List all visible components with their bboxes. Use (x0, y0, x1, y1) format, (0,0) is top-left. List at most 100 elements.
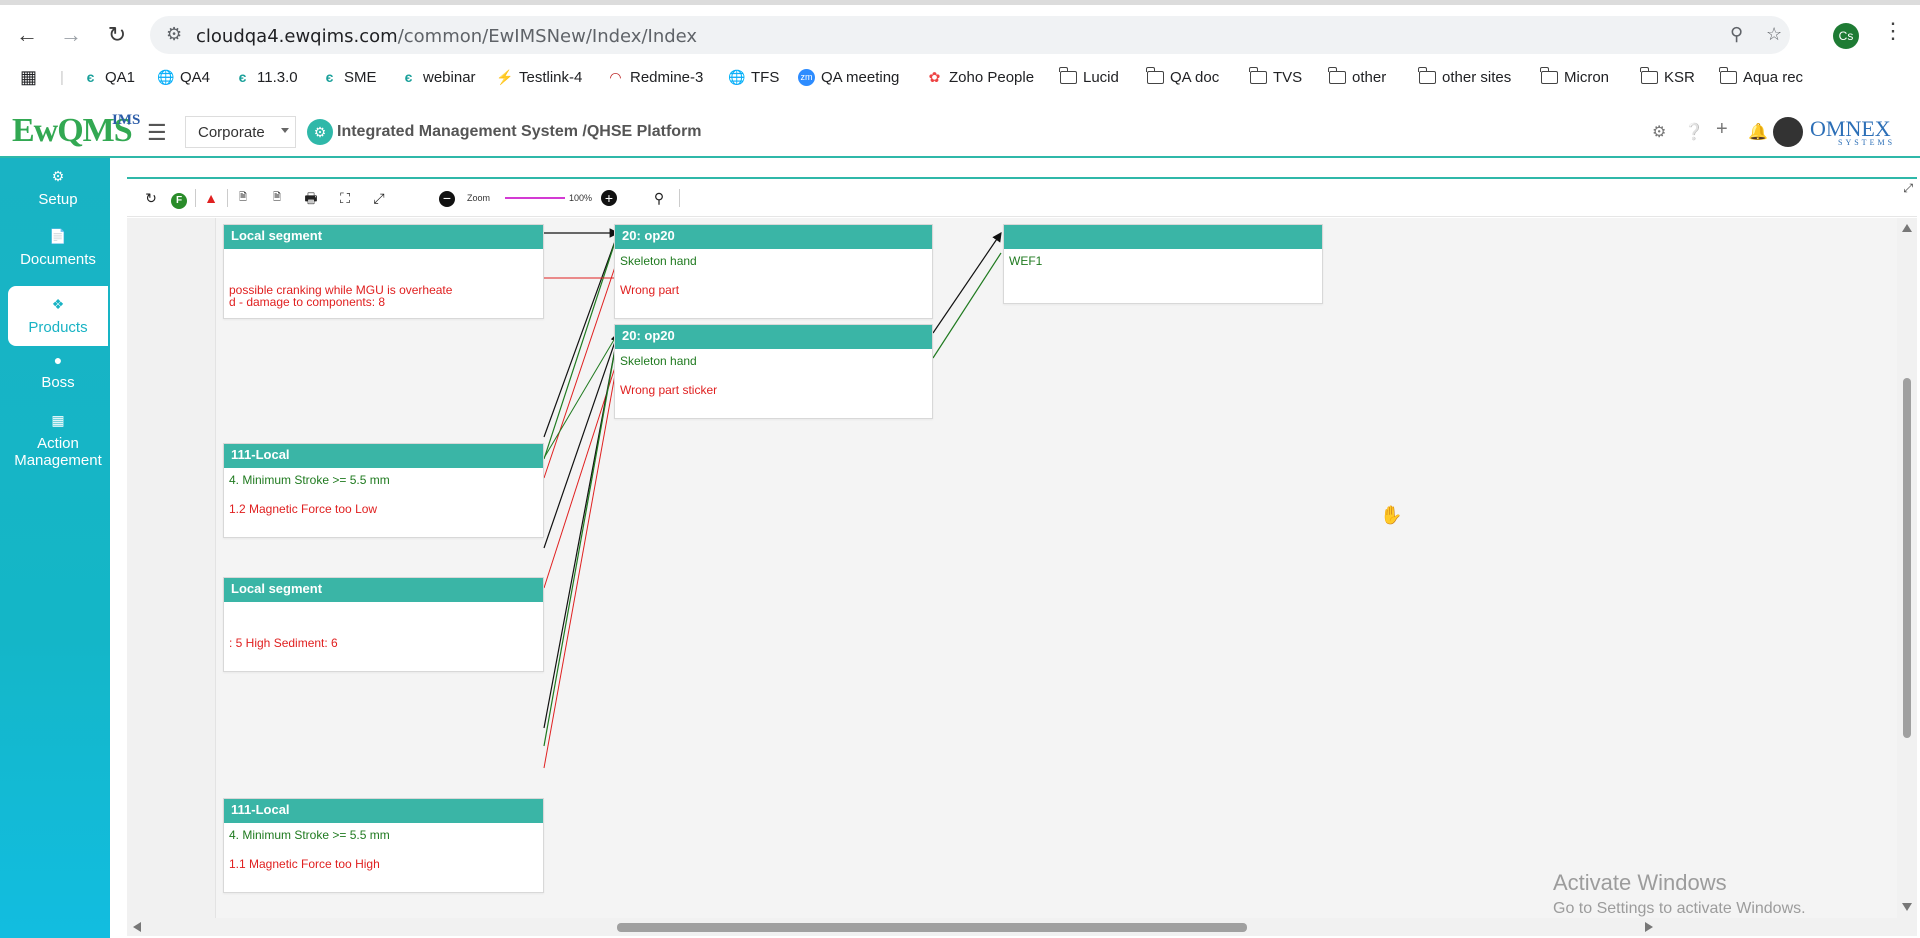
node-line: d - damage to components: 8 (229, 295, 386, 309)
diagram-toolbar: ↻ F ▲ 🗎 🗎 🖶 ⛶ ⤢ − Zoom 100% + ⚲ ⤢ (127, 179, 1917, 217)
diagram-node[interactable]: WEF1 (1003, 224, 1323, 304)
apps-grid-icon[interactable]: ▦ (20, 68, 37, 86)
search-zoom-icon[interactable]: ⚲ (649, 188, 669, 208)
node-title: 111-Local (224, 444, 543, 468)
back-icon[interactable]: ← (12, 20, 42, 50)
browser-menu-icon[interactable]: ⋮ (1882, 18, 1904, 44)
svg-export-icon[interactable]: 🗎 (233, 188, 253, 208)
bookmark-qa-meeting[interactable]: zm QA meeting (798, 69, 899, 86)
bookmark-star-icon[interactable]: ☆ (1766, 24, 1782, 45)
app-logo[interactable]: EwQMS IMS (12, 112, 140, 150)
diagram-node[interactable]: Local segment possible cranking while MG… (223, 224, 544, 319)
address-row: ← → ↻ ⚙ cloudqa4.ewqims.com/common/EwIMS… (0, 14, 1920, 54)
node-title: Local segment (224, 578, 543, 602)
link-line (543, 232, 619, 460)
bookmark-other-sites[interactable]: other sites (1418, 67, 1511, 86)
scroll-left-icon[interactable] (133, 922, 141, 932)
help-icon[interactable]: ❔ (1684, 122, 1704, 142)
refresh-icon[interactable]: ↻ (141, 188, 161, 208)
collapse-icon[interactable]: ⤢ (1903, 181, 1913, 196)
folder-icon (1418, 67, 1436, 84)
sidebar-item-boss[interactable]: ● Boss (8, 352, 108, 404)
add-icon[interactable]: + (1716, 118, 1728, 141)
scroll-down-icon[interactable] (1902, 903, 1912, 911)
filter-f-icon[interactable]: F (169, 188, 189, 209)
node-line: 1.1 Magnetic Force too High (229, 857, 380, 871)
bookmark-qa1[interactable]: є QA1 (82, 69, 135, 86)
horizontal-scrollbar[interactable] (127, 918, 1917, 936)
bookmark-webinar[interactable]: є webinar (400, 69, 476, 86)
bookmark-qa4[interactable]: 🌐 QA4 (157, 69, 210, 86)
bookmark-lucid[interactable]: Lucid (1059, 67, 1119, 86)
node-line: Wrong part sticker (620, 383, 718, 397)
bookmark-sme[interactable]: є SME (321, 69, 377, 86)
bookmark-testlink-4[interactable]: ⚡ Testlink-4 (496, 69, 582, 86)
bell-icon[interactable]: 🔔 (1748, 122, 1768, 142)
node-line: 4. Minimum Stroke >= 5.5 mm (229, 828, 390, 842)
testlink-icon: ⚡ (496, 69, 514, 85)
png-export-icon[interactable]: 🗎 (267, 188, 287, 208)
bookmark-other[interactable]: other (1328, 67, 1386, 86)
scroll-up-icon[interactable] (1902, 224, 1912, 232)
horizontal-scroll-thumb[interactable] (617, 923, 1247, 932)
fullscreen-icon[interactable]: ⛶ (335, 188, 355, 208)
zoom-lens-icon[interactable]: ⚲ (1730, 24, 1743, 45)
diagram-node[interactable]: 20: op20 Skeleton hand Wrong part (614, 224, 933, 319)
redmine-icon: ◠ (609, 69, 622, 85)
scroll-right-icon[interactable] (1645, 922, 1653, 932)
diagram-node[interactable]: Local segment : 5 High Sediment: 6 (223, 577, 544, 672)
toolbar-divider (679, 189, 680, 207)
profile-avatar[interactable]: Cs (1833, 23, 1859, 49)
diagram-node[interactable]: 111-Local 4. Minimum Stroke >= 5.5 mm 1.… (223, 798, 544, 893)
folder-icon (1328, 67, 1346, 84)
fit-expand-icon[interactable]: ⤢ (369, 188, 389, 208)
diagram-node[interactable]: 111-Local 4. Minimum Stroke >= 5.5 mm 1.… (223, 443, 544, 538)
sidebar-item-action-management[interactable]: ▦ Action Management (8, 412, 108, 478)
diagram-canvas[interactable]: Local segment possible cranking while MG… (127, 218, 1897, 918)
bookmark-aqua-rec[interactable]: Aqua rec (1719, 67, 1803, 86)
link-line (543, 331, 620, 549)
sidebar-item-products[interactable]: ❖ Products (8, 286, 108, 346)
bookmark-zoho-people[interactable]: ✿ Zoho People (926, 69, 1034, 86)
url-text[interactable]: cloudqa4.ewqims.com/common/EwIMSNew/Inde… (196, 26, 697, 47)
browser-chrome: ← → ↻ ⚙ cloudqa4.ewqims.com/common/EwIMS… (0, 0, 1920, 106)
sidebar-item-label: Action Management (14, 435, 102, 469)
zoom-slider[interactable] (505, 197, 565, 199)
company-select[interactable]: Corporate (185, 116, 296, 148)
forward-icon[interactable]: → (56, 20, 86, 50)
bookmark-ksr[interactable]: KSR (1640, 67, 1695, 86)
address-bar[interactable]: ⚙ cloudqa4.ewqims.com/common/EwIMSNew/In… (150, 16, 1790, 54)
node-line: : 5 High Sediment: 6 (229, 636, 338, 650)
documents-icon: 📄 (49, 228, 67, 244)
bookmark-micron[interactable]: Micron (1540, 67, 1609, 86)
node-line: Skeleton hand (620, 254, 697, 268)
settings-gear-icon[interactable]: ⚙ (1652, 122, 1666, 142)
e-icon: є (86, 69, 95, 85)
folder-icon (1540, 67, 1558, 84)
zoom-out-icon[interactable]: − (437, 188, 457, 208)
bookmark-redmine-3[interactable]: ◠ Redmine-3 (607, 69, 703, 86)
reload-icon[interactable]: ↻ (102, 20, 132, 50)
gear-icon[interactable]: ⚙ (307, 119, 333, 145)
site-info-icon[interactable]: ⚙ (166, 24, 182, 45)
vertical-scroll-thumb[interactable] (1903, 378, 1911, 738)
omnex-logo: OMNEX SYSTEMS (1810, 116, 1896, 147)
bookmark-11-3-0[interactable]: є 11.3.0 (234, 69, 298, 86)
node-title: Local segment (224, 225, 543, 249)
print-icon[interactable]: 🖶 (301, 188, 321, 208)
sidebar-item-documents[interactable]: 📄 Documents (8, 228, 108, 280)
zoom-in-icon[interactable]: + (599, 188, 619, 208)
folder-icon (1146, 67, 1164, 84)
bookmark-tvs[interactable]: TVS (1249, 67, 1302, 86)
diagram-node[interactable]: 20: op20 Skeleton hand Wrong part sticke… (614, 324, 933, 419)
user-avatar[interactable] (1773, 117, 1803, 147)
platform-title: Integrated Management System /QHSE Platf… (337, 123, 702, 140)
sidebar-item-setup[interactable]: ⚙ Setup (8, 168, 108, 218)
sidebar: ⚙ Setup 📄 Documents ❖ Products ● Boss ▦ … (0, 158, 110, 938)
bookmark-qa-doc[interactable]: QA doc (1146, 67, 1219, 86)
products-icon: ❖ (51, 296, 65, 312)
vertical-scrollbar[interactable] (1897, 218, 1917, 918)
bookmark-tfs[interactable]: 🌐 TFS (728, 69, 779, 86)
warning-icon[interactable]: ▲ (201, 188, 221, 208)
hamburger-menu-icon[interactable]: ☰ (147, 120, 167, 146)
